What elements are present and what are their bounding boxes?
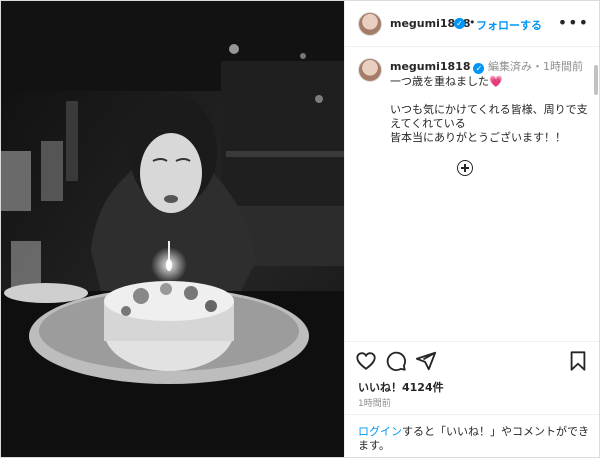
caption-separator: ・: [531, 60, 543, 73]
caption-text: 一つ歳を重ねました💗 いつも気にかけてくれる皆様、周りで支えてくれている 皆本当に…: [390, 75, 590, 145]
scrollbar-thumb[interactable]: [594, 65, 598, 95]
scrollbar-track: [593, 61, 599, 341]
post-actions: いいね！4124件 1時間前 ログインすると「いいね！」やコメントができます。: [345, 341, 599, 457]
post-header: megumi1818 ✓ • フォローする •••: [345, 1, 599, 47]
user-avatar[interactable]: [358, 12, 382, 36]
caption-line-3: 皆本当にありがとうございます！！: [390, 131, 566, 144]
photo-illustration: [1, 1, 344, 457]
pink-heart-emoji-icon: 💗: [489, 75, 503, 88]
login-link[interactable]: ログイン: [358, 425, 402, 438]
caption-meta: megumi1818 ✓ 編集済み・1時間前: [390, 58, 583, 74]
post-photo[interactable]: [1, 1, 344, 457]
plus-circle-icon[interactable]: [457, 160, 473, 176]
comment-icon[interactable]: [385, 350, 407, 372]
caption-line-2: いつも気にかけてくれる皆様、周りで支えてくれている: [390, 103, 588, 130]
post-time[interactable]: 1時間前: [358, 396, 391, 409]
follow-button[interactable]: フォローする: [476, 17, 542, 33]
scrollbar[interactable]: [593, 61, 599, 341]
login-prompt: ログインすると「いいね！」やコメントができます。: [345, 414, 599, 453]
heart-icon[interactable]: [355, 350, 377, 372]
caption-line-1: 一つ歳を重ねました: [390, 75, 489, 88]
verified-badge-icon: ✓: [454, 18, 465, 29]
bookmark-icon[interactable]: [567, 350, 589, 372]
caption-verified-icon: ✓: [473, 63, 485, 74]
caption-time: 1時間前: [542, 60, 583, 73]
likes-count[interactable]: いいね！4124件: [358, 379, 444, 395]
edited-label: 編集済み: [487, 60, 532, 73]
action-icons: [355, 350, 591, 374]
caption-avatar[interactable]: [358, 58, 382, 82]
caption-username[interactable]: megumi1818: [390, 60, 470, 73]
header-separator: •: [469, 16, 476, 29]
instagram-embed: megumi1818 ✓ • フォローする ••• megumi1818 ✓ 編集…: [0, 0, 600, 458]
more-options-icon[interactable]: •••: [558, 13, 589, 32]
caption-area: megumi1818 ✓ 編集済み・1時間前 一つ歳を重ねました💗 いつも気にかけ…: [345, 47, 599, 341]
post-side-panel: megumi1818 ✓ • フォローする ••• megumi1818 ✓ 編集…: [344, 1, 599, 457]
share-icon[interactable]: [415, 350, 437, 372]
